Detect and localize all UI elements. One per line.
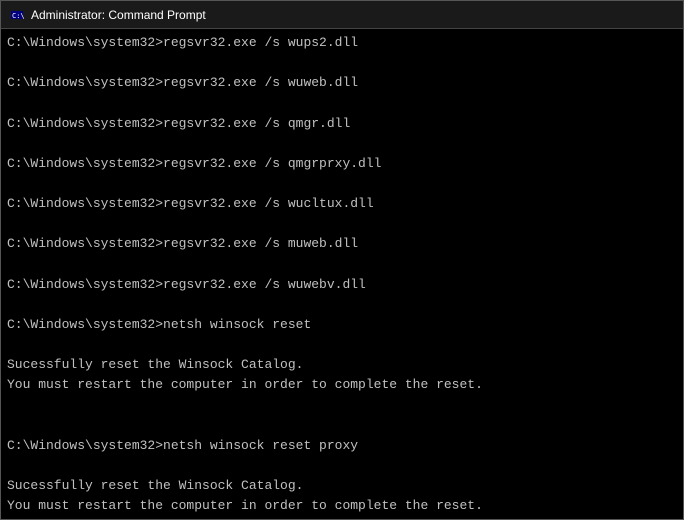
terminal-line: C:\Windows\system32>regsvr32.exe /s muwe… bbox=[7, 234, 677, 254]
terminal-line bbox=[7, 174, 677, 194]
window-title: Administrator: Command Prompt bbox=[31, 8, 675, 22]
terminal-line: You must restart the computer in order t… bbox=[7, 375, 677, 395]
terminal-line: C:\Windows\system32>regsvr32.exe /s qmgr… bbox=[7, 114, 677, 134]
terminal-line bbox=[7, 396, 677, 416]
terminal-line bbox=[7, 456, 677, 476]
terminal-line bbox=[7, 335, 677, 355]
svg-text:C:\: C:\ bbox=[12, 12, 24, 20]
terminal-line bbox=[7, 53, 677, 73]
terminal-line bbox=[7, 214, 677, 234]
terminal-line bbox=[7, 516, 677, 519]
terminal-line: Sucessfully reset the Winsock Catalog. bbox=[7, 355, 677, 375]
terminal-line: You must restart the computer in order t… bbox=[7, 496, 677, 516]
title-bar: C:\ Administrator: Command Prompt bbox=[1, 1, 683, 29]
terminal-line: C:\Windows\system32>regsvr32.exe /s wuwe… bbox=[7, 275, 677, 295]
terminal-line bbox=[7, 295, 677, 315]
terminal-line: C:\Windows\system32>regsvr32.exe /s wuwe… bbox=[7, 73, 677, 93]
terminal-line bbox=[7, 93, 677, 113]
cmd-icon: C:\ bbox=[9, 7, 25, 23]
terminal-line bbox=[7, 255, 677, 275]
terminal-line: C:\Windows\system32>regsvr32.exe /s wups… bbox=[7, 33, 677, 53]
terminal-line: C:\Windows\system32>regsvr32.exe /s wucl… bbox=[7, 194, 677, 214]
terminal-line: C:\Windows\system32>netsh winsock reset bbox=[7, 315, 677, 335]
terminal-body[interactable]: C:\Windows\system32>regsvr32.exe /s wups… bbox=[1, 29, 683, 519]
cmd-window: C:\ Administrator: Command Prompt C:\Win… bbox=[0, 0, 684, 520]
terminal-line bbox=[7, 416, 677, 436]
terminal-line: C:\Windows\system32>netsh winsock reset … bbox=[7, 436, 677, 456]
terminal-line bbox=[7, 134, 677, 154]
terminal-line: Sucessfully reset the Winsock Catalog. bbox=[7, 476, 677, 496]
terminal-line: C:\Windows\system32>regsvr32.exe /s qmgr… bbox=[7, 154, 677, 174]
